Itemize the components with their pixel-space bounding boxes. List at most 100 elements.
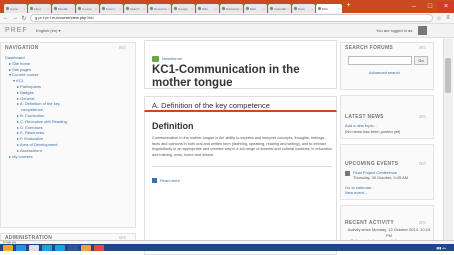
go-button[interactable]: Go: [414, 56, 428, 65]
browser-tab[interactable]: Google ×: [172, 4, 195, 13]
recent-activity-block: RECENT ACTIVITY ⊟⊡ Activity since Monday…: [340, 205, 434, 245]
browser-tab-bar: Home × Inbox × Moodle × Course × Forum × Search × Re…: [0, 0, 454, 13]
add-topic-link[interactable]: Add a new topic...: [345, 123, 377, 129]
paint-icon[interactable]: [81, 244, 91, 251]
browser-tab[interactable]: Inbox ×: [28, 4, 51, 13]
favicon-icon: [294, 7, 297, 10]
browser-tab[interactable]: Wiki ×: [196, 4, 219, 13]
tab-close-icon[interactable]: ×: [168, 7, 170, 11]
tab-close-icon[interactable]: ×: [338, 7, 340, 11]
new-tab-button[interactable]: +: [345, 2, 352, 10]
close-window-button[interactable]: ×: [438, 1, 454, 12]
browser-tab[interactable]: Course ×: [76, 4, 99, 13]
language-menu[interactable]: English (en) ▾: [36, 28, 60, 33]
tab-close-icon[interactable]: ×: [71, 7, 73, 11]
newsforum-link[interactable]: Newsforum: [162, 56, 182, 61]
favicon-icon: [270, 7, 273, 10]
browser-tab[interactable]: Moodle ×: [52, 4, 75, 13]
star-icon[interactable]: ☆: [436, 15, 442, 22]
user-menu-text[interactable]: You are logged in as: [376, 28, 412, 33]
photos-icon[interactable]: [94, 244, 104, 251]
dock-icon[interactable]: ⊟⊡: [419, 220, 426, 225]
search-forums-block: SEARCH FORUMS ⊟⊡ Go Advanced search: [340, 42, 434, 90]
explorer-icon[interactable]: [16, 244, 26, 251]
latest-news-title: LATEST NEWS: [345, 114, 384, 120]
tab-label: Moodle: [58, 6, 68, 11]
browser-tab[interactable]: Calendar ×: [268, 4, 291, 13]
browser-tab[interactable]: Mail ×: [244, 4, 267, 13]
calendar-icon: [345, 171, 350, 176]
skype-icon[interactable]: [55, 244, 65, 251]
definition-heading: Definition: [152, 121, 194, 131]
tab-close-icon[interactable]: ×: [263, 7, 265, 11]
main-content: Newsforum KC1-Communication in the mothe…: [144, 40, 337, 255]
search-forums-title: SEARCH FORUMS: [345, 45, 394, 51]
tab-label: Home: [10, 6, 19, 11]
tab-label: Dictionary: [226, 6, 240, 11]
chrome-icon[interactable]: [29, 244, 39, 251]
navigation-title: NAVIGATION: [5, 45, 39, 51]
tab-close-icon[interactable]: ×: [23, 7, 25, 11]
new-event-link[interactable]: New event...: [345, 190, 367, 196]
section-header: A. Definition of the key competence: [144, 96, 337, 112]
forum-icon: [152, 56, 159, 62]
favicon-icon: [222, 7, 225, 10]
tab-label: Calendar: [274, 6, 287, 11]
tab-close-icon[interactable]: ×: [240, 7, 242, 11]
site-brand[interactable]: PREF: [5, 27, 28, 34]
favicon-icon: [126, 7, 129, 10]
media-icon[interactable]: [42, 244, 52, 251]
search-input[interactable]: [348, 56, 412, 65]
dock-icon[interactable]: ⊟⊡: [119, 45, 126, 50]
tab-label: Docs: [298, 6, 305, 11]
browser-tab[interactable]: KC1 ×: [316, 4, 342, 13]
forward-icon[interactable]: →: [12, 15, 18, 21]
favicon-icon: [174, 7, 177, 10]
resource-link[interactable]: Read more: [160, 178, 180, 183]
minimize-button[interactable]: –: [406, 2, 422, 12]
activity-since-text: Activity since Monday, 13 October 2014, …: [347, 227, 431, 238]
system-tray[interactable]: ▮▮▮ ◂ ▸: [436, 246, 454, 250]
tab-label: Google: [178, 6, 188, 11]
tab-close-icon[interactable]: ×: [47, 7, 49, 11]
tab-close-icon[interactable]: ×: [119, 7, 121, 11]
scrollbar-thumb[interactable]: [445, 58, 451, 93]
advanced-search-link[interactable]: Advanced search: [369, 70, 400, 76]
url-field[interactable]: g pr f.pr f.eu/course/view.php?id=: [30, 14, 433, 22]
tab-close-icon[interactable]: ×: [287, 7, 289, 11]
word-icon[interactable]: [68, 244, 78, 251]
dock-icon[interactable]: ⊟⊡: [419, 114, 426, 119]
browser-tab[interactable]: Docs ×: [292, 4, 315, 13]
favicon-icon: [198, 7, 201, 10]
back-icon[interactable]: ←: [3, 15, 9, 21]
tab-close-icon[interactable]: ×: [215, 7, 217, 11]
tab-close-icon[interactable]: ×: [95, 7, 97, 11]
event-time: Thursday, 30 October, 9:45 AM: [353, 175, 409, 180]
browser-tab[interactable]: Forum ×: [100, 4, 123, 13]
tab-label: Search: [130, 6, 140, 11]
reload-icon[interactable]: ↻: [21, 15, 27, 22]
browser-tab[interactable]: Resource ×: [148, 4, 171, 13]
tab-close-icon[interactable]: ×: [191, 7, 193, 11]
browser-tab[interactable]: Search ×: [124, 4, 147, 13]
navigation-item[interactable]: ▸ My courses: [5, 154, 67, 160]
tab-label: Wiki: [202, 6, 208, 11]
dock-icon[interactable]: ⊟⊡: [419, 161, 426, 166]
tab-label: KC1: [322, 6, 328, 11]
favicon-icon: [30, 7, 33, 10]
browser-tab[interactable]: Home ×: [4, 4, 27, 13]
os-taskbar: ▮▮▮ ◂ ▸: [0, 244, 454, 251]
section-body: Definition Communication in the mother t…: [144, 112, 337, 255]
browser-tab[interactable]: Dictionary ×: [220, 4, 243, 13]
section-title: A. Definition of the key competence: [152, 101, 270, 110]
tab-close-icon[interactable]: ×: [143, 7, 145, 11]
favicon-icon: [150, 7, 153, 10]
navigation-tree: Dashboard ▸ Site home ▸ Site pages ▾ Curren…: [5, 55, 67, 159]
tab-close-icon[interactable]: ×: [311, 7, 313, 11]
avatar[interactable]: [418, 26, 427, 35]
menu-icon[interactable]: ≡: [445, 15, 451, 21]
resource-icon: [152, 178, 157, 183]
start-icon[interactable]: [3, 244, 13, 251]
maximize-button[interactable]: □: [422, 2, 438, 12]
dock-icon[interactable]: ⊟⊡: [419, 45, 426, 50]
